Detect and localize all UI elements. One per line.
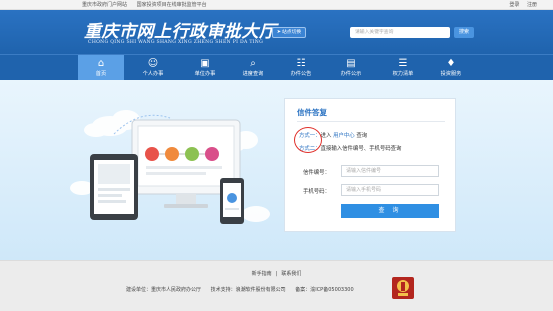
- nav-label: 办件公示: [340, 71, 362, 77]
- red-circle-annotation: [294, 127, 322, 153]
- nav-item-personal[interactable]: ☺ 个人办事: [130, 55, 176, 81]
- beginner-guide-link[interactable]: 新手指南: [252, 271, 272, 277]
- person-icon: ☺: [147, 58, 159, 69]
- investment-icon: ♦: [446, 58, 456, 69]
- footer-links: 新手指南 | 联系我们: [0, 270, 553, 277]
- nav-label: 进度查询: [242, 71, 264, 77]
- announcement-icon: ☷: [296, 58, 306, 69]
- contact-us-link[interactable]: 联系我们: [281, 271, 301, 277]
- register-link[interactable]: 注册: [527, 2, 537, 8]
- card-divider: [297, 121, 445, 122]
- tablet-icon: [90, 154, 138, 220]
- method-two-desc: 直接输入信件编号、手机号码查询: [320, 146, 402, 152]
- search-progress-icon: ⌕: [250, 58, 256, 69]
- footer-separator: |: [275, 271, 278, 277]
- method-one-pre: 进入: [320, 133, 332, 139]
- nav-label: 单位办事: [194, 71, 216, 77]
- site-switch-label: 站点切换: [282, 30, 302, 35]
- icp-text[interactable]: 备案：渝ICP备05003300: [295, 287, 353, 293]
- card-title: 信件答复: [297, 108, 327, 117]
- investment-platform-link[interactable]: 国家投资项目在线审批监管平台: [137, 2, 207, 8]
- nav-item-power-list[interactable]: ☰ 权力清单: [380, 55, 426, 81]
- nav-item-organization[interactable]: ▣ 单位办事: [182, 55, 228, 81]
- devices-cloud-illustration: [70, 110, 270, 224]
- nav-item-home[interactable]: ⌂ 首页: [78, 55, 124, 81]
- main-nav: ⌂ 首页 ☺ 个人办事 ▣ 单位办事 ⌕ 进度查询 ☷ 办件公告 ▤ 办件公示 …: [0, 54, 553, 81]
- tech-support-text: 技术支持：浪潮软件股份有限公司: [210, 287, 286, 293]
- site-switch-button[interactable]: ➤站点切换: [272, 27, 306, 38]
- nav-item-publicity[interactable]: ▤ 办件公示: [328, 55, 374, 81]
- letter-reply-card: 信件答复 方式一：进入 用户中心 查询 方式二：直接输入信件编号、手机号码查询 …: [284, 98, 456, 232]
- main-banner: [0, 80, 553, 260]
- gov-portal-link[interactable]: 重庆市政府门户网站: [82, 2, 127, 8]
- user-center-link[interactable]: 用户中心: [333, 133, 355, 139]
- location-arrow-icon: ➤: [276, 29, 281, 35]
- nav-label: 首页: [95, 71, 107, 77]
- nav-label: 办件公告: [290, 71, 312, 77]
- search-input[interactable]: [350, 27, 450, 38]
- nav-item-investment[interactable]: ♦ 投资服务: [428, 55, 474, 81]
- nav-item-progress[interactable]: ⌕ 进度查询: [230, 55, 276, 81]
- home-icon: ⌂: [97, 58, 105, 69]
- letter-no-label: 信件编号：: [303, 170, 330, 176]
- phone-label: 手机号码：: [303, 189, 330, 195]
- organizer-text: 建设单位：重庆市人民政府办公厅: [126, 287, 202, 293]
- login-link[interactable]: 登录: [509, 2, 519, 8]
- briefcase-icon: ▣: [200, 58, 210, 69]
- auth-links: 登录 注册: [503, 1, 537, 8]
- nav-item-announcement[interactable]: ☷ 办件公告: [278, 55, 324, 81]
- site-logo-title[interactable]: 重庆市网上行政审批大厅: [84, 17, 277, 42]
- site-logo-pinyin: CHONG QING SHI WANG SHANG XING ZHENG SHE…: [88, 40, 264, 45]
- method-one-post: 查询: [356, 133, 368, 139]
- site-footer: 新手指南 | 联系我们 建设单位：重庆市人民政府办公厅 技术支持：浪潮软件股份有限公…: [0, 260, 553, 311]
- query-button[interactable]: 查 询: [341, 204, 439, 218]
- phone-icon: [220, 178, 244, 224]
- site-header: 重庆市网上行政审批大厅 CHONG QING SHI WANG SHANG XI…: [0, 10, 553, 54]
- footer-info: 建设单位：重庆市人民政府办公厅 技术支持：浪潮软件股份有限公司 备案：渝ICP备…: [126, 286, 362, 293]
- nav-label: 权力清单: [392, 71, 414, 77]
- nav-label: 投资服务: [440, 71, 462, 77]
- search-button[interactable]: 搜索: [454, 27, 474, 38]
- publicity-icon: ▤: [346, 58, 356, 69]
- top-utility-bar: 重庆市政府门户网站 国家投资项目在线审批监管平台 登录 注册: [0, 0, 553, 10]
- party-government-emblem-icon[interactable]: [392, 277, 414, 299]
- top-links: 重庆市政府门户网站 国家投资项目在线审批监管平台: [82, 1, 215, 8]
- phone-input[interactable]: [341, 184, 439, 196]
- list-icon: ☰: [398, 58, 408, 69]
- nav-label: 个人办事: [142, 71, 164, 77]
- letter-no-input[interactable]: [341, 165, 439, 177]
